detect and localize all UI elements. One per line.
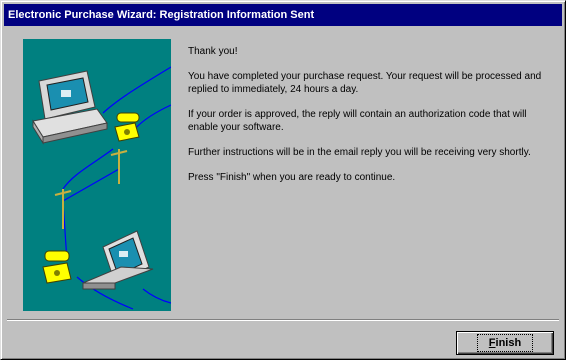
authorization-text: If your order is approved, the reply wil… [188, 109, 527, 133]
message-content: Thank you! You have completed your purch… [188, 45, 548, 196]
completion-text: You have completed your purchase request… [188, 71, 542, 95]
laptop-computer-icon [82, 230, 154, 290]
finish-button-label: Finish [476, 334, 534, 352]
continue-text: Press "Finish" when you are ready to con… [188, 172, 396, 183]
instructions-text: Further instructions will be in the emai… [188, 147, 531, 158]
finish-label-rest: inish [495, 337, 522, 349]
finish-accelerator: F [488, 337, 496, 349]
wizard-window: Electronic Purchase Wizard: Registration… [0, 0, 566, 360]
title-bar: Electronic Purchase Wizard: Registration… [4, 4, 562, 26]
telephone-icon [42, 250, 72, 284]
thank-you-heading: Thank you! [188, 46, 238, 57]
footer-divider-highlight [7, 320, 559, 321]
wizard-illustration [23, 39, 171, 311]
telephone-pole-icon [54, 149, 128, 229]
desktop-computer-icon [32, 70, 108, 145]
telephone-icon [114, 112, 140, 142]
finish-button[interactable]: Finish [456, 331, 554, 355]
